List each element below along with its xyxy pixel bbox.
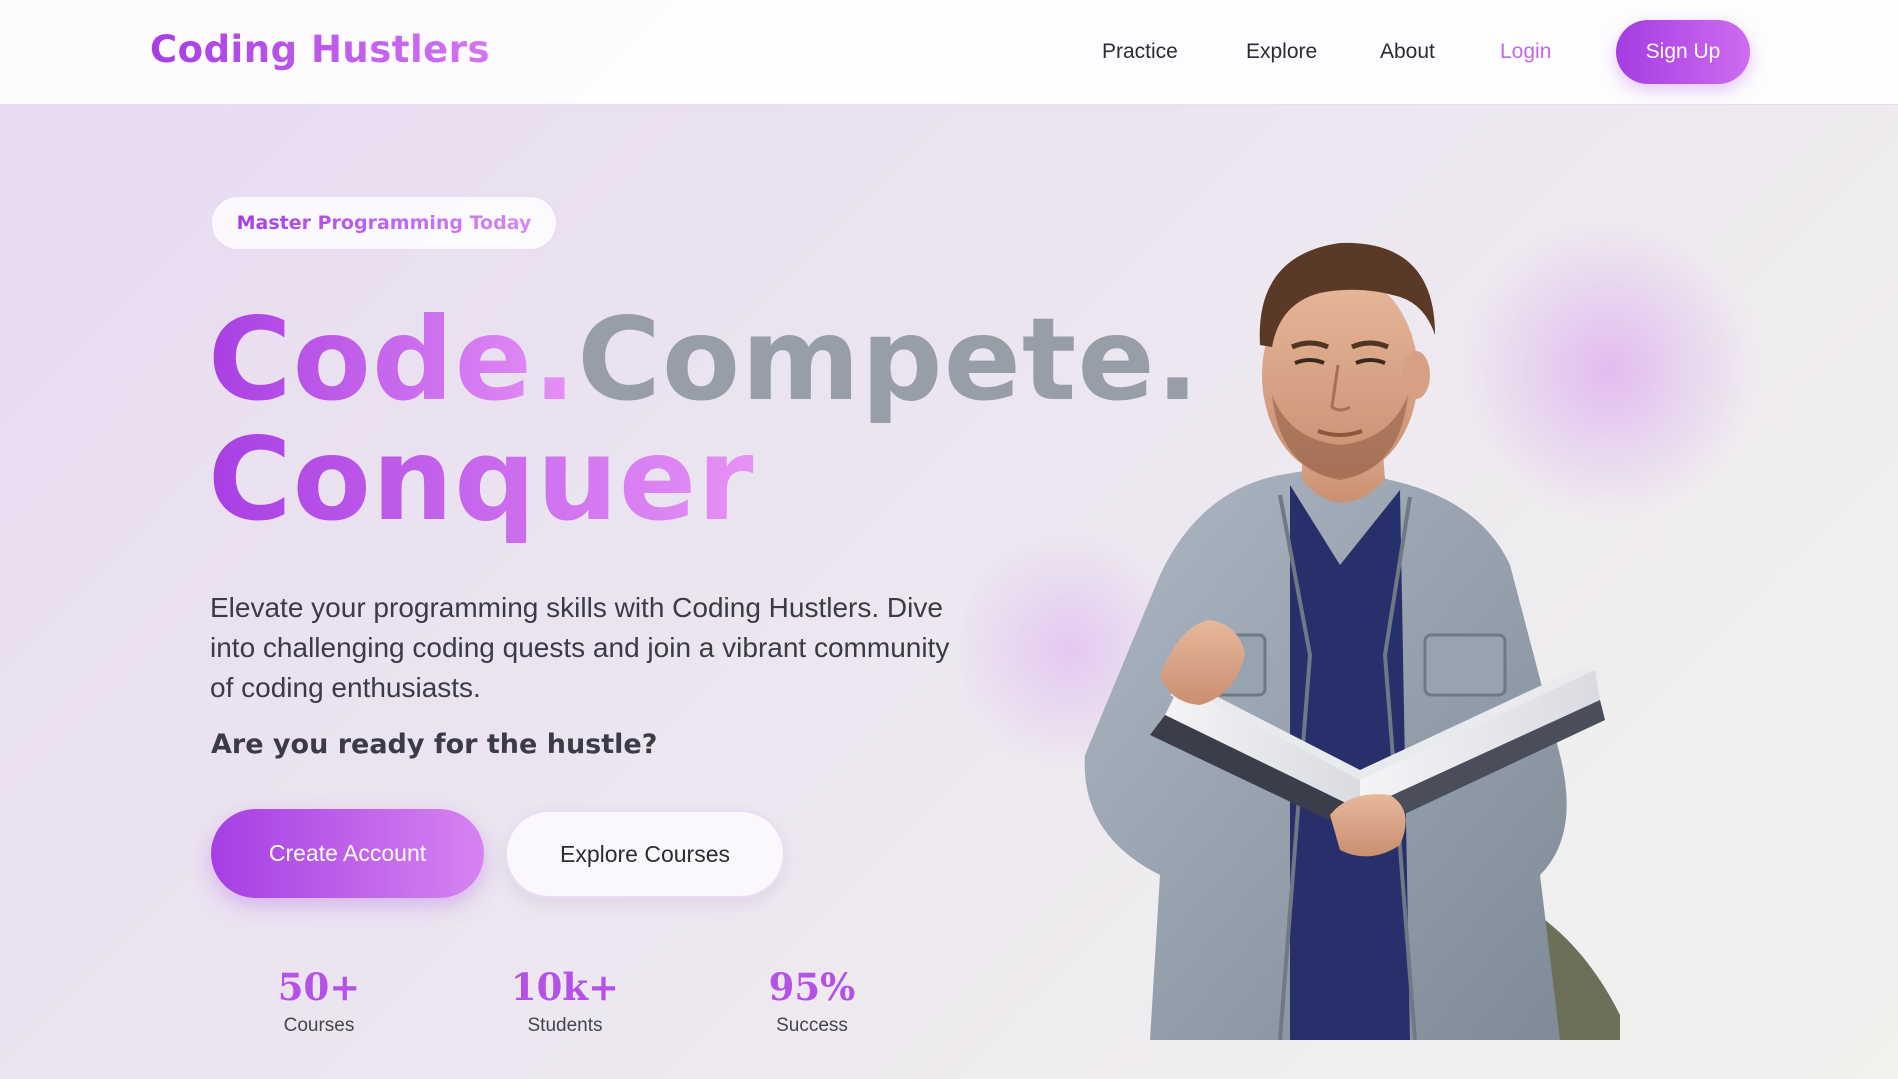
stat-label: Students xyxy=(527,1015,603,1036)
stat-students: 10k+ Students xyxy=(465,965,665,1037)
stat-courses: 50+ Courses xyxy=(219,965,419,1037)
stat-label: Success xyxy=(776,1015,848,1036)
hero-question: Are you ready for the hustle? xyxy=(211,729,658,760)
stat-label: Courses xyxy=(283,1015,355,1036)
sign-up-button[interactable]: Sign Up xyxy=(1616,20,1750,84)
stat-value: 50+ xyxy=(277,965,361,1009)
headline-word-code: Code. xyxy=(208,293,578,426)
stat-value: 95% xyxy=(768,965,856,1009)
hero-badge: Master Programming Today xyxy=(211,196,557,250)
create-account-button[interactable]: Create Account xyxy=(211,809,484,898)
nav-link-explore[interactable]: Explore xyxy=(1246,40,1317,64)
nav-link-practice[interactable]: Practice xyxy=(1102,40,1178,64)
hero-badge-text: Master Programming Today xyxy=(236,212,532,234)
headline-word-conquer: Conquer xyxy=(208,413,755,546)
brand-logo[interactable]: Coding Hustlers xyxy=(150,28,490,71)
hero-student-image xyxy=(1084,242,1620,1040)
top-navbar: Coding Hustlers Practice Explore About L… xyxy=(0,0,1898,105)
stat-success: 95% Success xyxy=(712,965,912,1037)
nav-link-login[interactable]: Login xyxy=(1500,40,1551,64)
hero-description: Elevate your programming skills with Cod… xyxy=(210,592,950,703)
stat-value: 10k+ xyxy=(510,965,620,1009)
explore-courses-button[interactable]: Explore Courses xyxy=(505,810,785,898)
nav-link-about[interactable]: About xyxy=(1380,40,1435,64)
